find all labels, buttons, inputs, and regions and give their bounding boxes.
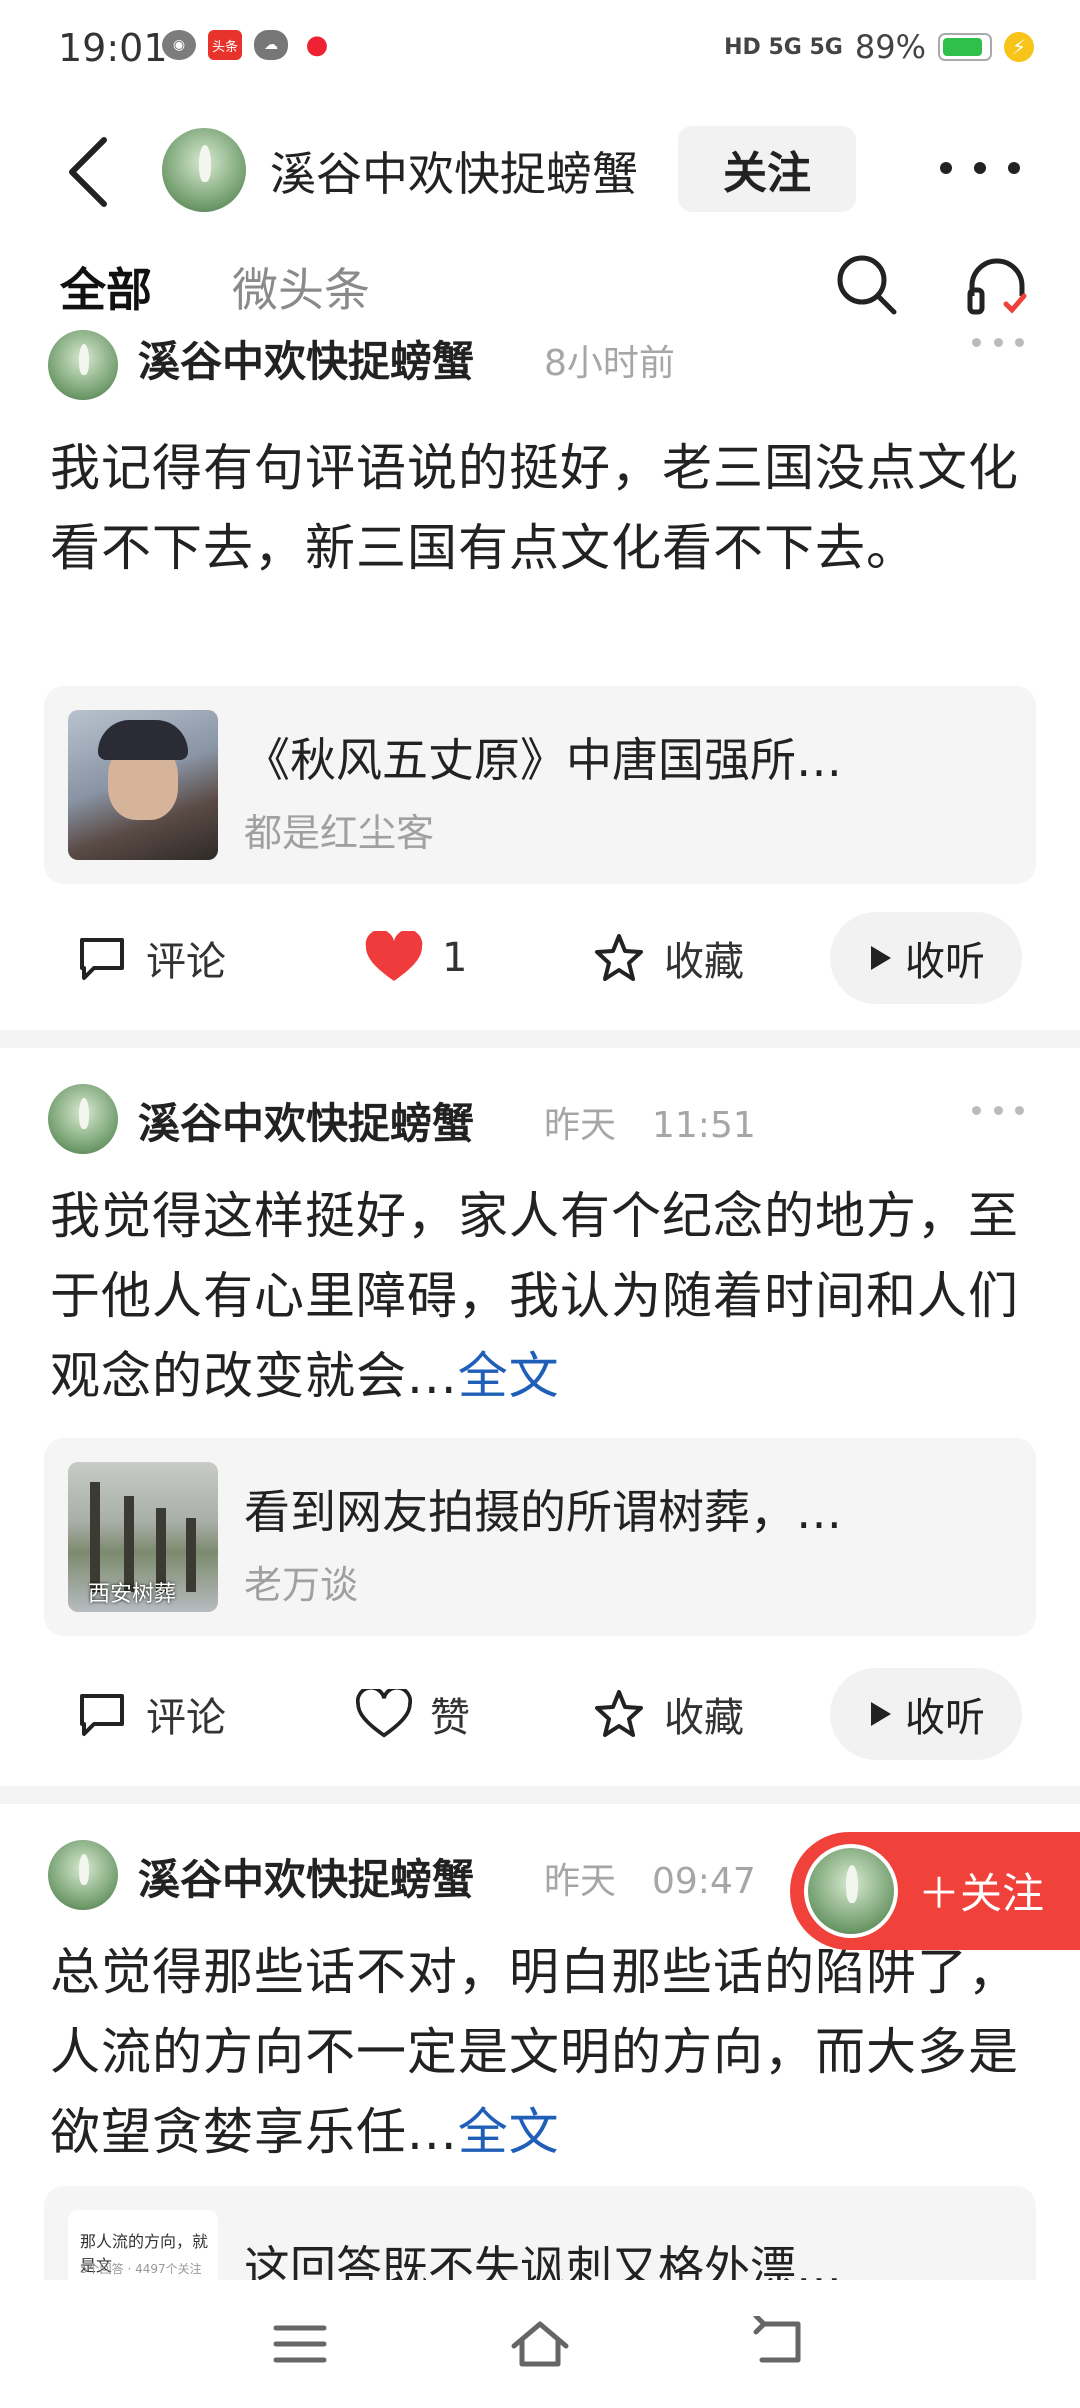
collect-button[interactable]: 收藏 (592, 908, 744, 1008)
comment-icon (80, 938, 124, 980)
post-time: 8小时前 (544, 343, 675, 384)
listen-button[interactable]: 收听 (830, 1668, 1022, 1760)
listen-label: 收听 (905, 939, 985, 985)
read-full-link[interactable]: 全文 (458, 2103, 560, 2161)
toutiao-icon: 头条 (208, 30, 242, 60)
post-time: 昨天 09:47 (544, 1861, 756, 1902)
collect-button[interactable]: 收藏 (592, 1664, 744, 1764)
article-title: 看到网友拍摄的所谓树葬，… (244, 1485, 842, 1539)
like-button[interactable]: 1 (364, 908, 467, 1008)
comment-label: 评论 (146, 1695, 226, 1741)
article-title: 这回答既不失讽刺又格外漂… (244, 2241, 842, 2280)
like-button[interactable]: 赞 (356, 1664, 470, 1764)
article-source: 老万谈 (244, 1563, 359, 1607)
battery-fill (943, 38, 982, 56)
article-thumbnail (68, 710, 218, 860)
battery-icon (938, 33, 992, 61)
listen-button[interactable]: 收听 (830, 912, 1022, 1004)
comment-button[interactable]: 评论 (76, 908, 226, 1008)
floating-follow-button[interactable]: ＋关注 (790, 1832, 1080, 1950)
comment-icon (80, 1694, 124, 1736)
linked-article-card[interactable]: 那人流的方向，就是文 5个回答 · 4497个关注 这回答既不失讽刺又格外漂… (44, 2186, 1036, 2280)
article-title: 《秋风五丈原》中唐国强所… (244, 733, 842, 787)
avatar[interactable] (48, 1084, 118, 1154)
menu-icon[interactable] (268, 2316, 332, 2372)
network-icon: HD 5G 5G (724, 34, 843, 60)
post-author[interactable]: 溪谷中欢快捉螃蟹 (138, 1846, 474, 1907)
post-more-icon[interactable] (972, 1106, 1024, 1120)
post-actions: 评论 1 收藏 收听 (0, 908, 1080, 1008)
tab-all[interactable]: 全部 (60, 254, 152, 320)
profile-header: 溪谷中欢快捉螃蟹 关注 (0, 112, 1080, 232)
heart-outline-icon (356, 1689, 412, 1738)
feed: 溪谷中欢快捉螃蟹 8小时前 我记得有句评语说的挺好，老三国没点文化看不下去，新三… (0, 330, 1080, 2280)
article-thumbnail: 西安树葬 (68, 1462, 218, 1612)
search-icon[interactable] (832, 250, 902, 320)
location-icon: ● (305, 30, 329, 60)
profile-name[interactable]: 溪谷中欢快捉螃蟹 (270, 138, 638, 204)
linked-article-card[interactable]: 《秋风五丈原》中唐国强所… 都是红尘客 (44, 686, 1036, 884)
post-text[interactable]: 我记得有句评语说的挺好，老三国没点文化看不下去，新三国有点文化看不下去。 (50, 428, 1030, 588)
system-nav-bar (0, 2280, 1080, 2408)
post-author[interactable]: 溪谷中欢快捉螃蟹 (138, 330, 474, 389)
follow-button[interactable]: 关注 (678, 126, 856, 212)
play-icon (871, 1702, 891, 1726)
like-count: 1 (442, 935, 468, 981)
post-text[interactable]: 总觉得那些话不对，明白那些话的陷阱了，人流的方向不一定是文明的方向，而大多是欲望… (50, 1932, 1030, 2172)
like-label: 赞 (430, 1695, 470, 1741)
floating-follow-label: ＋关注 (918, 1869, 1045, 1918)
avatar[interactable] (48, 1840, 118, 1910)
home-icon[interactable] (508, 2316, 572, 2372)
star-icon (595, 934, 643, 981)
heart-filled-icon (365, 931, 423, 981)
back-icon[interactable] (60, 132, 120, 212)
avatar[interactable] (48, 330, 118, 400)
post-header: 溪谷中欢快捉螃蟹 昨天 11:51 (48, 1084, 1048, 1156)
avatar[interactable] (162, 128, 246, 212)
post-header: 溪谷中欢快捉螃蟹 8小时前 (48, 330, 1048, 408)
status-bar: 19:01 ◉ 头条 ☁ ● HD 5G 5G 89% ⚡ (0, 0, 1080, 100)
comment-button[interactable]: 评论 (76, 1664, 226, 1764)
notification-icons: ◉ 头条 ☁ ● (162, 30, 334, 60)
post-author[interactable]: 溪谷中欢快捉螃蟹 (138, 1090, 474, 1151)
thumbnail-caption: 西安树葬 (88, 1582, 177, 1607)
wechat-icon: ◉ (162, 30, 196, 60)
more-icon[interactable] (940, 138, 1020, 198)
post-text[interactable]: 我觉得这样挺好，家人有个纪念的地方，至于他人有心里障碍，我认为随着时间和人们观念… (50, 1176, 1030, 1416)
collect-label: 收藏 (664, 1695, 744, 1741)
linked-article-card[interactable]: 西安树葬 看到网友拍摄的所谓树葬，… 老万谈 (44, 1438, 1036, 1636)
post-more-icon[interactable] (972, 338, 1024, 352)
charging-icon: ⚡ (1004, 32, 1034, 62)
play-icon (871, 946, 891, 970)
article-source: 都是红尘客 (244, 811, 435, 855)
clock: 19:01 (58, 26, 168, 70)
star-icon (595, 1690, 643, 1737)
post-actions: 评论 赞 收藏 收听 (0, 1664, 1080, 1764)
status-right: HD 5G 5G 89% ⚡ (724, 28, 1034, 66)
cloud-icon: ☁ (254, 30, 288, 60)
comment-label: 评论 (146, 939, 226, 985)
back-nav-icon[interactable] (748, 2316, 812, 2372)
read-full-link[interactable]: 全文 (458, 1347, 560, 1405)
post-text-body: 我记得有句评语说的挺好，老三国没点文化看不下去，新三国有点文化看不下去。 (50, 439, 1019, 577)
divider (0, 1786, 1080, 1804)
battery-percent: 89% (854, 28, 926, 66)
tab-bar: 全部 微头条 (0, 250, 1080, 330)
post-time: 昨天 11:51 (544, 1105, 756, 1146)
tab-micro-toutiao[interactable]: 微头条 (232, 254, 370, 320)
collect-label: 收藏 (664, 939, 744, 985)
listen-label: 收听 (905, 1695, 985, 1741)
headphones-icon[interactable] (962, 250, 1032, 320)
divider (0, 1030, 1080, 1048)
article-thumbnail: 那人流的方向，就是文 5个回答 · 4497个关注 (68, 2210, 218, 2280)
avatar (804, 1844, 898, 1938)
thumbnail-subtext: 5个回答 · 4497个关注 (80, 2262, 202, 2276)
